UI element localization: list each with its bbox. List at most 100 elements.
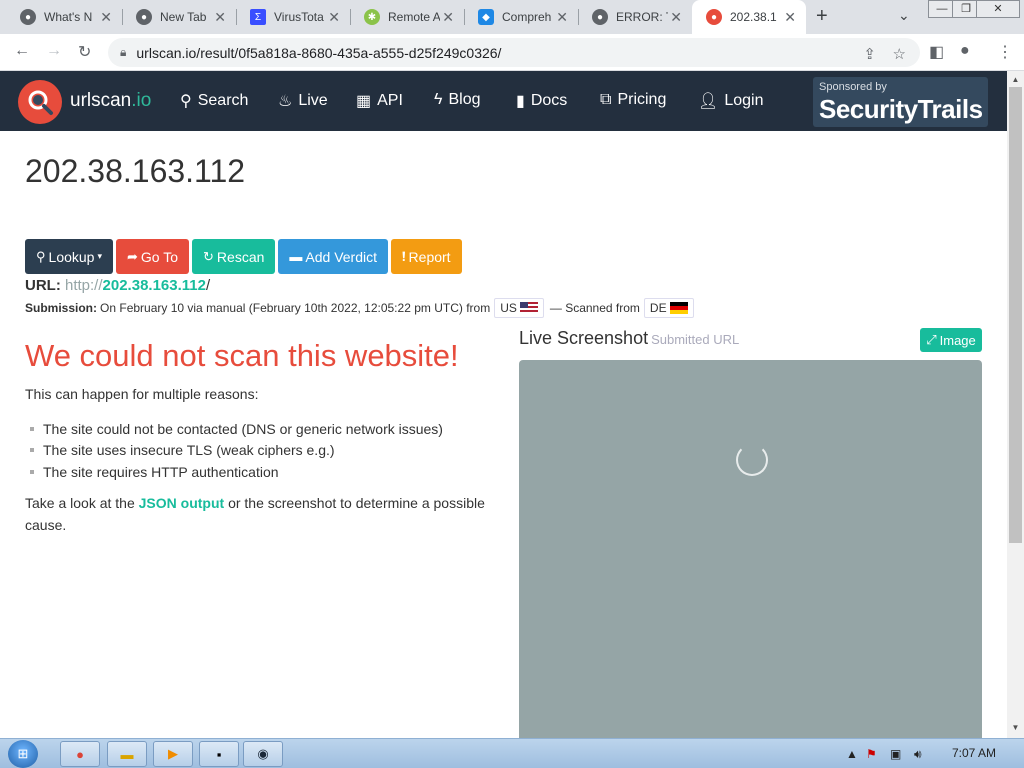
close-icon[interactable]: ✕ (784, 9, 796, 26)
us-flag-icon (519, 302, 538, 314)
chrome-icon: ● (76, 746, 84, 762)
share-icon[interactable]: ⇪ (863, 45, 876, 63)
urlscan-icon: ● (706, 9, 722, 25)
new-tab-button[interactable]: + (816, 5, 828, 28)
forward-arrow-icon[interactable]: → (46, 42, 62, 60)
nav-search[interactable]: ⚲ Search (180, 91, 248, 111)
bolt-icon: ϟ (434, 91, 443, 108)
action-center-icon[interactable]: ⚑ (866, 747, 877, 761)
user-icon: 👤︎ (698, 93, 719, 110)
media-player-icon: ▶ (168, 746, 178, 761)
taskbar-clock[interactable]: 7:07 AM (952, 746, 996, 760)
list-item: The site requires HTTP authentication (30, 461, 443, 483)
scroll-down-icon[interactable]: ▼ (1007, 723, 1024, 732)
browser-tab-active[interactable]: ● 202.38.1 ✕ (692, 0, 806, 34)
shield-icon: ◆ (478, 9, 494, 25)
fire-icon: ♨ (278, 93, 293, 110)
bullet (30, 448, 34, 453)
chrome-icon: ● (136, 9, 152, 25)
star-icon[interactable]: ☆ (893, 45, 906, 63)
start-button[interactable]: ⊞ (8, 740, 38, 768)
virustotal-icon: Σ (250, 9, 266, 25)
taskbar-media-player[interactable]: ▶ (153, 741, 193, 767)
live-screenshot-panel[interactable] (519, 360, 982, 740)
taskbar-cmd[interactable]: ▪ (199, 741, 239, 767)
bullet (30, 426, 34, 431)
nav-login[interactable]: 👤︎ Login (698, 91, 763, 111)
image-button[interactable]: ⤢ Image (920, 328, 982, 352)
nav-live[interactable]: ♨ Live (278, 91, 328, 111)
nav-api[interactable]: ▦ API (356, 91, 403, 111)
close-icon[interactable]: ✕ (100, 9, 112, 26)
browser-tab[interactable]: Σ VirusTota ✕ (236, 0, 350, 34)
reasons-intro: This can happen for multiple reasons: (25, 386, 259, 402)
scanned-country-badge[interactable]: DE (643, 298, 694, 318)
submitted-country-badge[interactable]: US (494, 298, 544, 318)
search-icon: ⚲ (180, 93, 192, 110)
urlscan-logo[interactable] (18, 80, 62, 124)
refresh-icon: ↻ (203, 248, 214, 264)
terminal-icon: ▪ (216, 746, 222, 762)
windows-taskbar: ⊞ ● ▬ ▶ ▪ ◉ ▲ ⚑ ▣ 🔊︎ (0, 738, 1024, 768)
search-icon: ⚲ (36, 248, 46, 264)
report-button[interactable]: ❗︎ Report (391, 239, 462, 274)
taskbar-chrome[interactable]: ● (60, 741, 100, 767)
magnifier-logo-icon (28, 90, 53, 115)
close-icon[interactable]: ✕ (556, 9, 568, 26)
rescan-button[interactable]: ↻ Rescan (192, 239, 276, 274)
brand-name[interactable]: urlscan.io (70, 90, 151, 112)
chrome-icon: ● (20, 9, 36, 25)
back-arrow-icon[interactable]: ← (14, 42, 30, 60)
folder-icon: ▬ (120, 746, 134, 762)
show-hidden-icons[interactable]: ▲ (846, 747, 858, 761)
page-title: 202.38.163.112 (25, 153, 246, 189)
go-to-button[interactable]: ➦ Go To (116, 239, 190, 274)
scroll-up-icon[interactable]: ▲ (1007, 75, 1024, 84)
caret-down-icon: ▾ (97, 251, 102, 261)
list-item: The site uses insecure TLS (weak ciphers… (30, 440, 443, 462)
tab-search-chevron-icon[interactable]: ⌄ (898, 7, 910, 24)
reload-icon[interactable]: ↻ (78, 42, 91, 62)
live-screenshot-heading: Live Screenshot Submitted URL (519, 328, 740, 348)
close-icon[interactable]: ✕ (442, 9, 454, 26)
close-icon[interactable]: ✕ (214, 9, 226, 26)
scanned-url-link[interactable]: 202.38.163.112 (103, 277, 206, 294)
close-icon[interactable]: ✕ (670, 9, 682, 26)
close-icon[interactable]: ✕ (328, 9, 340, 26)
expand-icon: ⤢ (926, 332, 937, 347)
scrollbar-thumb[interactable] (1009, 87, 1022, 543)
side-panel-icon[interactable]: ◧ (929, 42, 944, 62)
browser-tab[interactable]: ◆ Compreh ✕ (464, 0, 578, 34)
taskbar-explorer[interactable]: ▬ (107, 741, 147, 767)
browser-tab[interactable]: ● ERROR: T ✕ (578, 0, 692, 34)
json-output-link[interactable]: JSON output (139, 495, 225, 511)
nav-docs[interactable]: ▮ Docs (516, 91, 567, 111)
lookup-button[interactable]: ⚲ Lookup ▾ (25, 239, 113, 274)
steam-icon: ◉ (257, 746, 269, 761)
taskbar-steam[interactable]: ◉ (243, 741, 283, 767)
sponsor-banner[interactable]: Sponsored by SecurityTrails (813, 77, 988, 127)
address-bar[interactable]: 🔒︎ urlscan.io/result/0f5a818a-8680-435a-… (108, 38, 920, 67)
network-icon[interactable]: ▣ (890, 747, 901, 761)
window-close-icon[interactable]: ✕ (976, 0, 1020, 18)
remote-access-icon: ✱ (364, 9, 380, 25)
submission-line: Submission: On February 10 via manual (F… (25, 298, 700, 318)
take-a-look-text: Take a look at the JSON output or the sc… (25, 495, 485, 533)
browser-tab[interactable]: ● What's N ✕ (6, 0, 122, 34)
de-flag-icon (669, 302, 688, 314)
loading-spinner-icon (736, 444, 768, 476)
profile-icon[interactable]: ● (960, 42, 970, 60)
browser-toolbar: ← → ↻ 🔒︎ urlscan.io/result/0f5a818a-8680… (0, 34, 1024, 71)
volume-icon[interactable]: 🔊︎ (914, 747, 922, 762)
globe-icon: ● (592, 9, 608, 25)
page-scrollbar[interactable]: ▲ ▼ (1007, 71, 1024, 738)
error-heading: We could not scan this website! (25, 338, 459, 373)
menu-kebab-icon[interactable]: ⋮ (997, 42, 1013, 62)
nav-pricing[interactable]: ⧉ Pricing (600, 91, 666, 109)
browser-tab[interactable]: ✱ Remote A ✕ (350, 0, 464, 34)
nav-blog[interactable]: ϟ Blog (434, 91, 481, 109)
add-verdict-button[interactable]: ▬ Add Verdict (278, 239, 388, 274)
browser-tab[interactable]: ● New Tab ✕ (122, 0, 236, 34)
external-link-icon: ⧉ (600, 91, 612, 108)
action-buttons: ⚲ Lookup ▾ ➦ Go To ↻ Rescan ▬ Add Verdic… (25, 239, 462, 274)
